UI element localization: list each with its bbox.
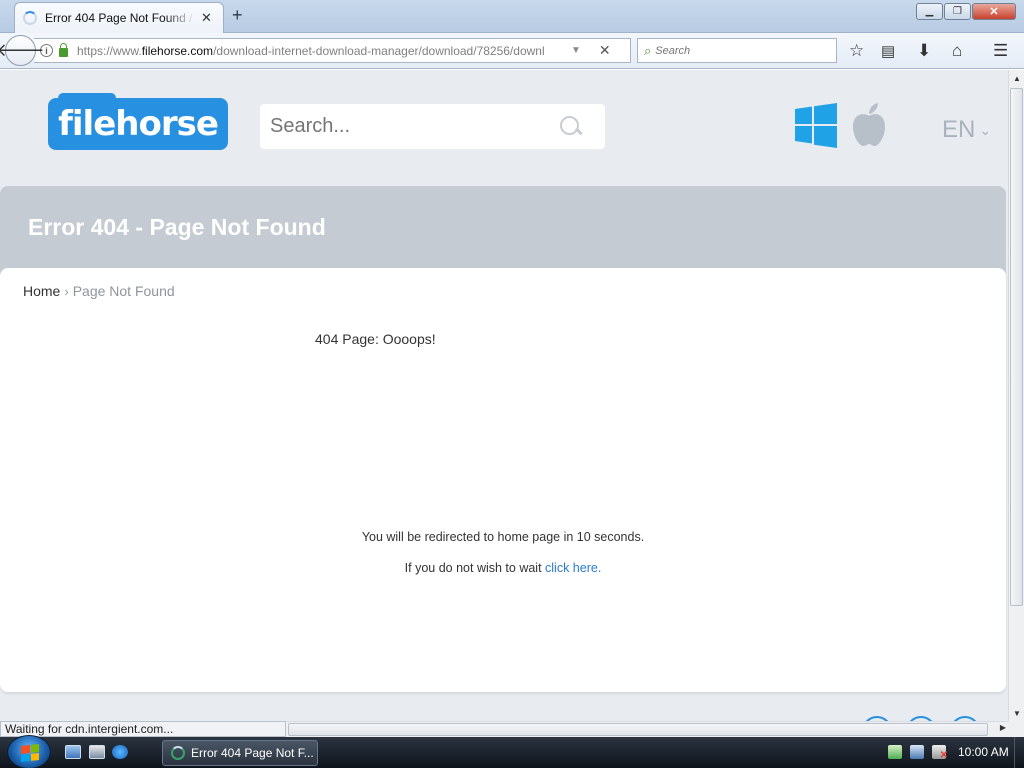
status-bar: Waiting for cdn.intergient.com... [0,721,286,737]
scroll-right-icon[interactable]: ▶ [1000,723,1006,732]
page-viewport: filehorse EN ⌄ Error 404 - Page Not Foun… [0,70,1008,721]
taskbar: Error 404 Page Not F... ✕ 10:00 AM [0,735,1024,768]
breadcrumb: Home › Page Not Found [23,283,175,299]
breadcrumb-current: Page Not Found [72,283,175,299]
chevron-right-icon: › [64,283,69,299]
url-scheme: https://www. [77,43,142,58]
volume-muted-icon[interactable]: ✕ [932,745,948,761]
stop-loading-icon[interactable]: ✕ [599,42,611,59]
chevron-down-icon: ⌄ [979,121,992,138]
history-dropdown-icon[interactable]: ▼ [571,45,581,56]
search-icon[interactable] [560,115,582,138]
browser-tab-active[interactable]: Error 404 Page Not Found / F ✕ [14,2,224,33]
system-tray: ✕ 10:00 AM [888,745,1009,761]
search-engine-icon[interactable]: ⌕ [644,43,651,59]
site-search-input[interactable] [270,115,560,138]
reading-list-icon[interactable]: ▤ [881,42,895,60]
clock[interactable]: 10:00 AM [958,745,1009,759]
back-arrow-icon: 🡐 [0,40,45,60]
switch-windows-icon[interactable] [89,745,105,759]
loading-spinner-icon [23,11,37,25]
menu-icon[interactable]: ☰ [993,41,1008,61]
maximize-button[interactable]: ❐ [944,3,971,20]
url-path: /download-internet-download-manager/down… [213,43,545,58]
firefox-loading-icon [171,746,185,760]
network-icon[interactable] [910,745,924,759]
language-code: EN [942,116,976,143]
show-desktop-button[interactable] [1014,737,1024,768]
taskbar-item-label: Error 404 Page Not F... [191,746,314,760]
vertical-scroll-thumb[interactable] [1010,88,1023,606]
tab-strip: Error 404 Page Not Found / F ✕ + ▁ ❐ ✕ [0,0,1024,33]
horizontal-scrollbar[interactable]: ▶ [286,721,1008,737]
breadcrumb-home-link[interactable]: Home [23,283,60,299]
browser-search-box[interactable]: ⌕ [637,38,837,63]
lock-icon[interactable] [59,42,68,57]
scroll-up-icon[interactable]: ▲ [1009,70,1024,86]
url-text[interactable]: https://www.filehorse.com/download-inter… [77,44,565,58]
error-heading: 404 Page: Oooops! [315,331,436,347]
logo-text: filehorse [58,104,219,144]
window-controls: ▁ ❐ ✕ [915,3,1016,20]
home-icon[interactable]: ⌂ [952,41,962,61]
click-here-link[interactable]: click here. [545,561,601,575]
language-selector[interactable]: EN ⌄ [942,116,991,144]
tab-close-icon[interactable]: ✕ [201,10,212,26]
taskbar-firefox-item[interactable]: Error 404 Page Not F... [162,740,318,766]
show-desktop-icon[interactable] [65,745,81,759]
navigation-toolbar: i https://www.filehorse.com/download-int… [0,33,1024,69]
minimize-button[interactable]: ▁ [916,3,943,20]
address-bar[interactable]: i https://www.filehorse.com/download-int… [34,38,631,63]
internet-explorer-icon[interactable] [112,745,128,759]
scrollbar-corner [1008,721,1024,737]
site-search-box[interactable] [260,104,605,149]
scroll-down-icon[interactable]: ▼ [1009,705,1024,721]
url-domain: filehorse.com [141,43,214,58]
security-shield-icon[interactable] [888,745,902,759]
tab-title: Error 404 Page Not Found / F [45,11,195,25]
windows-icon[interactable] [795,103,837,148]
wait-line: If you do not wish to wait click here. [0,561,1006,575]
back-button[interactable]: 🡐 [0,35,45,66]
bookmark-star-icon[interactable]: ☆ [849,41,864,61]
vertical-scrollbar[interactable]: ▲ ▼ [1008,70,1024,721]
redirect-notice: You will be redirected to home page in 1… [361,530,645,544]
download-icon[interactable]: ⬇ [917,41,931,61]
page-title: Error 404 - Page Not Found [28,214,326,240]
wait-text: If you do not wish to wait [404,561,546,575]
apple-icon[interactable] [851,102,887,147]
browser-search-input[interactable] [655,44,816,57]
content-card: Home › Page Not Found 404 Page: Oooops! … [0,268,1006,692]
filehorse-logo[interactable]: filehorse [48,93,228,150]
start-button[interactable] [7,735,51,768]
new-tab-button[interactable]: + [232,6,243,24]
close-window-button[interactable]: ✕ [972,3,1016,20]
windows-flag-icon [21,744,39,762]
horizontal-scroll-thumb[interactable] [288,723,988,736]
